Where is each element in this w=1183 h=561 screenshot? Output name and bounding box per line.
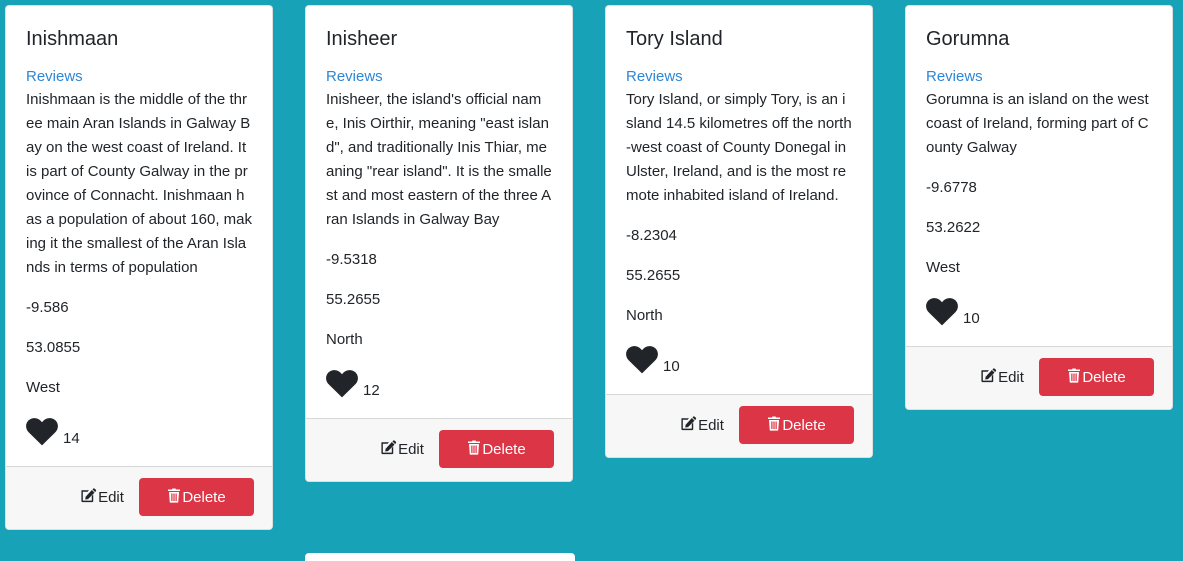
delete-button[interactable]: Delete [739, 406, 854, 444]
edit-icon [380, 439, 398, 459]
heart-icon[interactable] [626, 344, 658, 374]
edit-icon [680, 415, 698, 435]
edit-button[interactable]: Edit [360, 430, 444, 468]
edit-label: Edit [398, 440, 424, 458]
heart-icon[interactable] [926, 296, 958, 326]
island-card: Gorumna Reviews Gorumna is an island on … [905, 5, 1173, 410]
like-count: 14 [63, 430, 80, 447]
likes: 14 [26, 412, 252, 447]
reviews-link[interactable]: Reviews [626, 66, 852, 88]
card-footer: Edit Delete [306, 418, 572, 481]
card-body: Tory Island Reviews Tory Island, or simp… [606, 6, 872, 394]
region-value: West [926, 259, 960, 276]
latitude-value: 55.2655 [326, 291, 381, 308]
delete-label: Delete [182, 488, 226, 506]
region-value: North [626, 307, 663, 324]
trash-icon [1067, 367, 1082, 387]
like-count: 10 [963, 310, 980, 327]
likes: 12 [326, 364, 552, 399]
island-card: Tory Island Reviews Tory Island, or simp… [605, 5, 873, 458]
longitude-value: -9.6778 [926, 179, 977, 196]
heart-icon[interactable] [326, 368, 358, 398]
island-description: Inisheer, the island's official name, In… [326, 91, 552, 228]
latitude-value: 53.0855 [26, 339, 81, 356]
like-count: 10 [663, 358, 680, 375]
trash-icon [467, 439, 482, 459]
island-description: Inishmaan is the middle of the three mai… [26, 91, 252, 276]
edit-label: Edit [98, 488, 124, 506]
card-title: Gorumna [926, 28, 1010, 50]
island-card: Inishmaan Reviews Inishmaan is the middl… [5, 5, 273, 530]
edit-button[interactable]: Edit [60, 478, 144, 516]
card-body: Inishmaan Reviews Inishmaan is the middl… [6, 6, 272, 466]
trash-icon [167, 487, 182, 507]
delete-label: Delete [482, 440, 526, 458]
edit-label: Edit [698, 416, 724, 434]
longitude-value: -8.2304 [626, 227, 677, 244]
island-description: Tory Island, or simply Tory, is an islan… [626, 91, 852, 204]
card-footer: Edit Delete [6, 466, 272, 529]
card-footer: Edit Delete [906, 346, 1172, 409]
latitude-value: 55.2655 [626, 267, 681, 284]
card-body: Inisheer Reviews Inisheer, the island's … [306, 6, 572, 418]
island-description: Gorumna is an island on the west coast o… [926, 91, 1149, 156]
card-body: Gorumna Reviews Gorumna is an island on … [906, 6, 1172, 346]
region-value: West [26, 379, 60, 396]
card-title: Inishmaan [26, 28, 119, 50]
delete-label: Delete [1082, 368, 1126, 386]
reviews-link[interactable]: Reviews [26, 66, 252, 88]
delete-label: Delete [782, 416, 826, 434]
edit-button[interactable]: Edit [660, 406, 744, 444]
edit-icon [80, 487, 98, 507]
reviews-link[interactable]: Reviews [926, 66, 1152, 88]
island-card: Inisheer Reviews Inisheer, the island's … [305, 5, 573, 482]
delete-button[interactable]: Delete [139, 478, 254, 516]
heart-icon[interactable] [26, 416, 58, 446]
next-card-edge [305, 553, 575, 561]
card-title: Inisheer [326, 28, 398, 50]
delete-button[interactable]: Delete [439, 430, 554, 468]
trash-icon [767, 415, 782, 435]
likes: 10 [626, 340, 852, 375]
likes: 10 [926, 292, 1152, 327]
region-value: North [326, 331, 363, 348]
longitude-value: -9.5318 [326, 251, 377, 268]
edit-button[interactable]: Edit [960, 358, 1044, 396]
reviews-link[interactable]: Reviews [326, 66, 552, 88]
delete-button[interactable]: Delete [1039, 358, 1154, 396]
edit-label: Edit [998, 368, 1024, 386]
card-footer: Edit Delete [606, 394, 872, 457]
latitude-value: 53.2622 [926, 219, 981, 236]
longitude-value: -9.586 [26, 299, 69, 316]
edit-icon [980, 367, 998, 387]
card-title: Tory Island [626, 28, 723, 50]
like-count: 12 [363, 382, 380, 399]
